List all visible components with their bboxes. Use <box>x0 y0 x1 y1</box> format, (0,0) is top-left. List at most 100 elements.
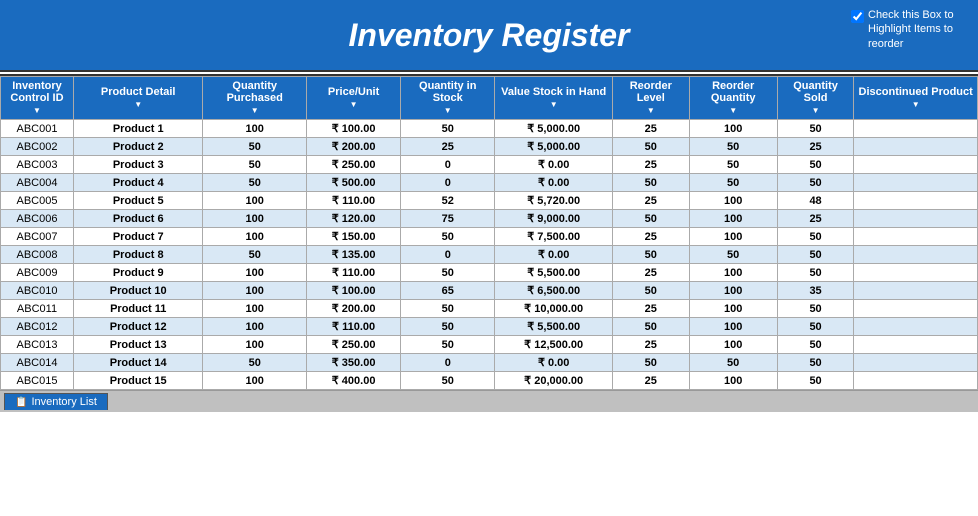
table-row[interactable]: ABC012Product 12100₹ 110.0050₹ 5,500.005… <box>1 318 978 336</box>
cell-reorder-level: 50 <box>613 246 690 264</box>
th-product-detail[interactable]: Product Detail ▼ <box>73 77 202 120</box>
cell-qty-stock: 25 <box>401 138 495 156</box>
table-header-row: Inventory Control ID ▼ Product Detail ▼ … <box>1 77 978 120</box>
cell-qty-sold: 50 <box>777 300 854 318</box>
cell-value-stock: ₹ 9,000.00 <box>495 210 613 228</box>
cell-product: Product 7 <box>73 228 202 246</box>
cell-id: ABC013 <box>1 336 74 354</box>
cell-id: ABC006 <box>1 210 74 228</box>
cell-reorder-qty: 100 <box>689 300 777 318</box>
cell-qty-stock: 52 <box>401 192 495 210</box>
cell-qty-sold: 50 <box>777 354 854 372</box>
cell-reorder-qty: 50 <box>689 138 777 156</box>
cell-reorder-qty: 100 <box>689 318 777 336</box>
cell-product: Product 10 <box>73 282 202 300</box>
dropdown-arrow-discontinued[interactable]: ▼ <box>912 100 920 109</box>
cell-qty-sold: 50 <box>777 156 854 174</box>
cell-discontinued <box>854 156 978 174</box>
highlight-checkbox[interactable] <box>851 10 864 23</box>
header-area: Inventory Register Check this Box to Hig… <box>0 0 978 70</box>
cell-price: ₹ 400.00 <box>307 372 401 390</box>
table-row[interactable]: ABC003Product 350₹ 250.000₹ 0.00255050 <box>1 156 978 174</box>
th-inv-control-id[interactable]: Inventory Control ID ▼ <box>1 77 74 120</box>
cell-value-stock: ₹ 7,500.00 <box>495 228 613 246</box>
cell-id: ABC009 <box>1 264 74 282</box>
table-row[interactable]: ABC001Product 1100₹ 100.0050₹ 5,000.0025… <box>1 120 978 138</box>
cell-id: ABC015 <box>1 372 74 390</box>
cell-discontinued <box>854 138 978 156</box>
cell-qty-stock: 50 <box>401 336 495 354</box>
table-row[interactable]: ABC015Product 15100₹ 400.0050₹ 20,000.00… <box>1 372 978 390</box>
table-row[interactable]: ABC002Product 250₹ 200.0025₹ 5,000.00505… <box>1 138 978 156</box>
cell-qty-purchased: 100 <box>203 300 307 318</box>
cell-qty-sold: 25 <box>777 210 854 228</box>
cell-price: ₹ 110.00 <box>307 318 401 336</box>
th-value-stock[interactable]: Value Stock in Hand ▼ <box>495 77 613 120</box>
table-row[interactable]: ABC006Product 6100₹ 120.0075₹ 9,000.0050… <box>1 210 978 228</box>
dropdown-arrow-inv-control-id[interactable]: ▼ <box>33 106 41 115</box>
table-row[interactable]: ABC004Product 450₹ 500.000₹ 0.00505050 <box>1 174 978 192</box>
cell-reorder-level: 50 <box>613 210 690 228</box>
dropdown-arrow-price-unit[interactable]: ▼ <box>350 100 358 109</box>
cell-product: Product 5 <box>73 192 202 210</box>
cell-qty-sold: 50 <box>777 228 854 246</box>
table-row[interactable]: ABC009Product 9100₹ 110.0050₹ 5,500.0025… <box>1 264 978 282</box>
th-discontinued[interactable]: Discontinued Product ▼ <box>854 77 978 120</box>
th-qty-purchased[interactable]: Quantity Purchased ▼ <box>203 77 307 120</box>
table-row[interactable]: ABC005Product 5100₹ 110.0052₹ 5,720.0025… <box>1 192 978 210</box>
table-row[interactable]: ABC013Product 13100₹ 250.0050₹ 12,500.00… <box>1 336 978 354</box>
cell-qty-purchased: 100 <box>203 228 307 246</box>
cell-reorder-qty: 100 <box>689 120 777 138</box>
cell-reorder-qty: 50 <box>689 156 777 174</box>
cell-product: Product 2 <box>73 138 202 156</box>
table-row[interactable]: ABC007Product 7100₹ 150.0050₹ 7,500.0025… <box>1 228 978 246</box>
th-qty-sold[interactable]: Quantity Sold ▼ <box>777 77 854 120</box>
cell-qty-purchased: 100 <box>203 210 307 228</box>
cell-qty-sold: 50 <box>777 336 854 354</box>
dropdown-arrow-product-detail[interactable]: ▼ <box>134 100 142 109</box>
cell-product: Product 6 <box>73 210 202 228</box>
cell-price: ₹ 200.00 <box>307 300 401 318</box>
cell-qty-purchased: 100 <box>203 120 307 138</box>
cell-id: ABC001 <box>1 120 74 138</box>
cell-qty-stock: 50 <box>401 228 495 246</box>
cell-product: Product 9 <box>73 264 202 282</box>
cell-reorder-level: 50 <box>613 138 690 156</box>
cell-reorder-level: 25 <box>613 372 690 390</box>
cell-reorder-qty: 100 <box>689 282 777 300</box>
dropdown-arrow-value-stock[interactable]: ▼ <box>550 100 558 109</box>
cell-value-stock: ₹ 0.00 <box>495 156 613 174</box>
cell-reorder-level: 25 <box>613 156 690 174</box>
cell-id: ABC008 <box>1 246 74 264</box>
cell-reorder-level: 50 <box>613 174 690 192</box>
th-qty-stock[interactable]: Quantity in Stock ▼ <box>401 77 495 120</box>
th-reorder-qty[interactable]: Reorder Quantity ▼ <box>689 77 777 120</box>
checkbox-area[interactable]: Check this Box to Highlight Items to reo… <box>851 8 968 51</box>
table-row[interactable]: ABC014Product 1450₹ 350.000₹ 0.00505050 <box>1 354 978 372</box>
cell-reorder-qty: 100 <box>689 210 777 228</box>
cell-qty-stock: 50 <box>401 300 495 318</box>
page-title: Inventory Register <box>349 17 630 54</box>
th-reorder-level[interactable]: Reorder Level ▼ <box>613 77 690 120</box>
table-row[interactable]: ABC010Product 10100₹ 100.0065₹ 6,500.005… <box>1 282 978 300</box>
cell-id: ABC007 <box>1 228 74 246</box>
dropdown-arrow-qty-sold[interactable]: ▼ <box>812 106 820 115</box>
th-price-unit[interactable]: Price/Unit ▼ <box>307 77 401 120</box>
table-row[interactable]: ABC008Product 850₹ 135.000₹ 0.00505050 <box>1 246 978 264</box>
cell-value-stock: ₹ 5,000.00 <box>495 138 613 156</box>
cell-value-stock: ₹ 5,500.00 <box>495 318 613 336</box>
table-row[interactable]: ABC011Product 11100₹ 200.0050₹ 10,000.00… <box>1 300 978 318</box>
tab-inventory-list[interactable]: 📋 Inventory List <box>4 393 108 410</box>
cell-value-stock: ₹ 5,500.00 <box>495 264 613 282</box>
dropdown-arrow-reorder-level[interactable]: ▼ <box>647 106 655 115</box>
cell-qty-stock: 0 <box>401 354 495 372</box>
cell-product: Product 12 <box>73 318 202 336</box>
cell-price: ₹ 250.00 <box>307 336 401 354</box>
dropdown-arrow-qty-purchased[interactable]: ▼ <box>251 106 259 115</box>
dropdown-arrow-qty-stock[interactable]: ▼ <box>444 106 452 115</box>
cell-reorder-level: 25 <box>613 264 690 282</box>
cell-qty-sold: 50 <box>777 174 854 192</box>
cell-qty-stock: 0 <box>401 174 495 192</box>
cell-discontinued <box>854 192 978 210</box>
dropdown-arrow-reorder-qty[interactable]: ▼ <box>729 106 737 115</box>
